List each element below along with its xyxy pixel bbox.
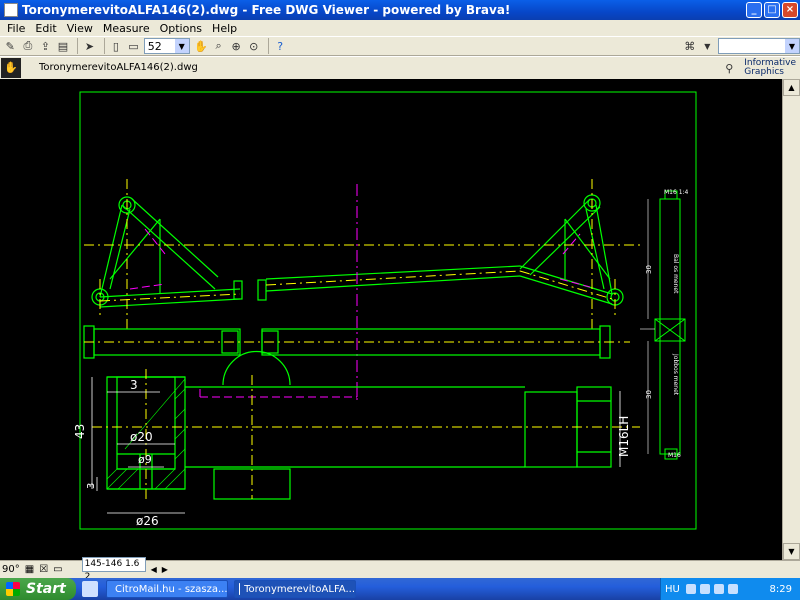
menu-view[interactable]: View <box>62 22 98 35</box>
monitor-icon[interactable]: ▭ <box>53 564 62 575</box>
pan-hand-icon[interactable]: ✋ <box>194 38 209 54</box>
find-binoculars-icon[interactable]: ⌘ <box>682 38 697 54</box>
toolbar-separator <box>103 38 105 54</box>
scroll-down-icon[interactable]: ▼ <box>783 543 800 560</box>
window-title: ToronymerevitoALFA146(2).dwg - Free DWG … <box>22 3 511 17</box>
clock: 8:29 <box>769 583 792 595</box>
next-layout-icon[interactable]: ▶ <box>162 565 168 574</box>
select-pointer-icon[interactable]: ➤ <box>82 38 97 54</box>
help-icon[interactable]: ? <box>273 38 288 54</box>
drawing-frame <box>79 91 697 530</box>
start-button[interactable]: Start <box>0 578 76 600</box>
zoom-window-icon[interactable]: ⌕ <box>211 38 226 54</box>
language-indicator[interactable]: HU <box>665 584 680 595</box>
dim-30b: 30 <box>645 390 653 399</box>
volume-icon[interactable] <box>699 584 710 594</box>
antivirus-icon[interactable] <box>713 584 724 594</box>
layout-value: 145-146 1.6 2 <box>81 557 146 582</box>
toolbar: ✎ ⎙ ⇪ ▤ ➤ ▯ ▭ 52 ▼ ✋ ⌕ ⊕ ⊙ ? ⌘ ▼ ▼ <box>0 36 800 56</box>
menu-file[interactable]: File <box>2 22 30 35</box>
taskbar: Start CitroMail.hu - szasza... Toronymer… <box>0 578 800 600</box>
document-tab-row: ✋ ToronymerevitoALFA146(2).dwg ⚲ Informa… <box>0 56 800 78</box>
windows-logo-icon <box>6 582 20 596</box>
rotation-value[interactable]: 90° <box>2 564 20 575</box>
toolbar-separator <box>267 38 269 54</box>
zoom-icon[interactable]: ⊙ <box>246 38 261 54</box>
dim-d9: ø9 <box>138 453 152 466</box>
dim-3: 3 <box>130 378 138 392</box>
dim-43: 43 <box>73 424 87 439</box>
close-button[interactable]: × <box>782 2 798 18</box>
system-tray: HU 8:29 <box>660 578 800 600</box>
menu-measure[interactable]: Measure <box>98 22 155 35</box>
menu-bar: File Edit View Measure Options Help <box>0 20 800 36</box>
menu-edit[interactable]: Edit <box>30 22 61 35</box>
status-bar: 90° ▦ ☒ ▭ 145-146 1.6 2 ◀ ▶ <box>0 557 800 582</box>
search-combo[interactable]: ▼ <box>717 38 800 54</box>
batch-print-icon[interactable]: ▤ <box>56 38 71 54</box>
page-icon[interactable]: ▯ <box>109 38 124 54</box>
dim-30a: 30 <box>645 265 653 274</box>
cad-drawing: 3 43 ø20 ø9 3 ø26 M16LH M16 1:4 M16 30 3… <box>73 91 697 530</box>
dim-3b: 3 <box>86 483 97 489</box>
ati-icon[interactable] <box>727 584 738 594</box>
zoom-value: 52 <box>147 39 162 53</box>
detail-view <box>106 350 612 500</box>
page-setup-icon[interactable]: ▭ <box>126 38 141 54</box>
print-icon[interactable]: ⎙ <box>21 38 36 54</box>
markup-icon[interactable]: ✎ <box>3 38 18 54</box>
menu-help[interactable]: Help <box>207 22 242 35</box>
network-icon[interactable] <box>685 584 696 594</box>
menu-options[interactable]: Options <box>155 22 207 35</box>
pan-hand-icon[interactable]: ✋ <box>1 57 21 78</box>
document-tab[interactable]: ToronymerevitoALFA146(2).dwg <box>39 62 198 73</box>
zoom-combo[interactable]: 52 ▼ <box>143 38 190 54</box>
side-label-top: Bal os menet <box>672 254 679 294</box>
drawing-canvas[interactable]: 3 43 ø20 ø9 3 ø26 M16LH M16 1:4 M16 30 3… <box>0 79 782 560</box>
task-citromail[interactable]: CitroMail.hu - szasza... <box>106 580 228 598</box>
brand-logo: Informative Graphics <box>744 58 796 77</box>
task-dwg-viewer[interactable]: ToronymerevitoALFA... <box>234 580 356 598</box>
side-label-bottom: Jobbos menet <box>672 353 679 396</box>
vertical-scrollbar[interactable]: ▲ ▼ <box>782 79 800 560</box>
dwg-icon <box>239 583 241 595</box>
app-icon <box>4 3 18 17</box>
quicklaunch-icon[interactable] <box>82 581 98 597</box>
export-icon[interactable]: ⇪ <box>38 38 53 54</box>
title-bar[interactable]: ToronymerevitoALFA146(2).dwg - Free DWG … <box>0 0 800 20</box>
dim-m16: M16 <box>668 452 681 459</box>
right-detail-view <box>654 190 686 460</box>
toolbar-separator <box>77 38 79 54</box>
dim-m16-14: M16 1:4 <box>664 189 689 196</box>
chevron-down-icon[interactable]: ▼ <box>784 39 799 53</box>
scroll-up-icon[interactable]: ▲ <box>783 79 800 96</box>
minimize-button[interactable]: _ <box>746 2 762 18</box>
dim-d20: ø20 <box>130 430 153 444</box>
chevron-down-icon[interactable]: ▼ <box>700 38 715 54</box>
magnifier-icon[interactable]: ⚲ <box>721 60 737 76</box>
close-doc-icon[interactable]: ☒ <box>39 564 48 575</box>
maximize-button[interactable]: □ <box>764 2 780 18</box>
zoom-extents-icon[interactable]: ⊕ <box>229 38 244 54</box>
chevron-down-icon[interactable]: ▼ <box>174 39 189 53</box>
dim-d26: ø26 <box>136 514 159 528</box>
dim-m16lh: M16LH <box>617 416 631 457</box>
layer-icon[interactable]: ▦ <box>25 564 34 575</box>
prev-layout-icon[interactable]: ◀ <box>151 565 157 574</box>
